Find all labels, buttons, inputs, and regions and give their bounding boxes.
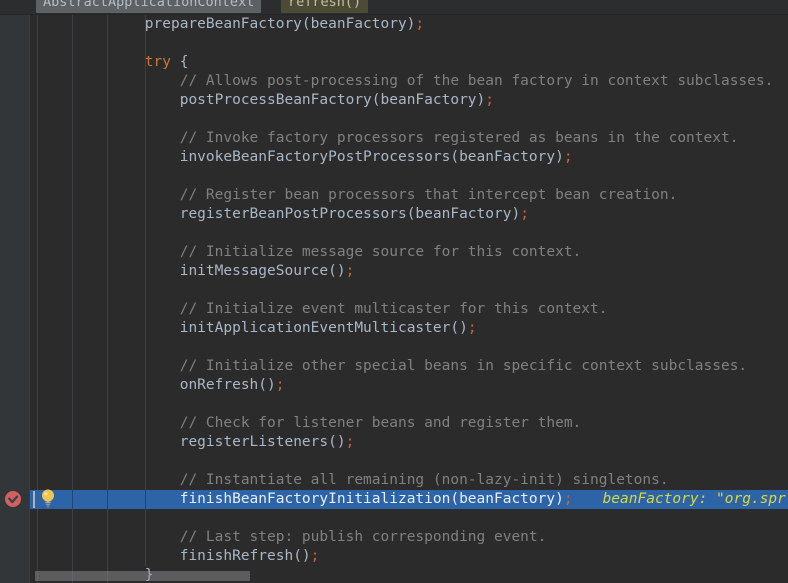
code-token: invokeBeanFactoryPostProcessors(beanFact… <box>180 149 564 165</box>
code-token: // Register bean processors that interce… <box>180 187 678 203</box>
code-line[interactable]: // Register bean processors that interce… <box>30 186 788 205</box>
ide-editor-window: AbstractApplicationContext refresh() pre… <box>0 0 788 583</box>
inline-debug-hint[interactable]: beanFactory: "org.spr <box>603 491 786 507</box>
code-line[interactable] <box>30 281 788 300</box>
code-token: ; <box>415 16 424 32</box>
code-token: ; <box>311 548 320 564</box>
code-line[interactable]: registerBeanPostProcessors(beanFactory); <box>30 205 788 224</box>
code-line[interactable]: // Invoke factory processors registered … <box>30 129 788 148</box>
breadcrumb-item-method[interactable]: refresh() <box>281 0 368 13</box>
code-token: try <box>145 54 180 70</box>
code-line[interactable] <box>30 338 788 357</box>
code-token: postProcessBeanFactory(beanFactory) <box>180 92 486 108</box>
code-token: prepareBeanFactory(beanFactory) <box>145 16 416 32</box>
code-line[interactable]: initMessageSource(); <box>30 262 788 281</box>
breadcrumb-item-class[interactable]: AbstractApplicationContext <box>36 0 261 13</box>
code-token: finishRefresh() <box>180 548 311 564</box>
code-token: ; <box>346 263 355 279</box>
code-line[interactable]: postProcessBeanFactory(beanFactory); <box>30 91 788 110</box>
code-token: ; <box>468 320 477 336</box>
horizontal-scrollbar <box>0 569 788 583</box>
execution-point-line[interactable]: finishBeanFactoryInitialization(beanFact… <box>30 490 788 509</box>
code-token: ; <box>564 491 573 507</box>
code-token: registerListeners() <box>180 434 346 450</box>
code-line[interactable]: registerListeners(); <box>30 433 788 452</box>
code-line[interactable]: invokeBeanFactoryPostProcessors(beanFact… <box>30 148 788 167</box>
horizontal-scrollbar-thumb[interactable] <box>35 571 250 581</box>
code-line[interactable] <box>30 167 788 186</box>
code-token: initApplicationEventMulticaster() <box>180 320 468 336</box>
text-caret <box>33 491 35 508</box>
code-token: ; <box>520 206 529 222</box>
code-line[interactable] <box>30 395 788 414</box>
code-token: initMessageSource() <box>180 263 346 279</box>
code-line[interactable] <box>30 452 788 471</box>
code-line[interactable] <box>30 110 788 129</box>
lightbulb-icon[interactable] <box>41 489 55 508</box>
code-line[interactable]: // Last step: publish corresponding even… <box>30 528 788 547</box>
code-line[interactable]: try { <box>30 53 788 72</box>
indent-guide <box>145 490 146 509</box>
code-token: ; <box>346 434 355 450</box>
code-line[interactable]: onRefresh(); <box>30 376 788 395</box>
code-token: // Initialize message source for this co… <box>180 244 582 260</box>
code-token: // Last step: publish corresponding even… <box>180 529 547 545</box>
verified-breakpoint-icon[interactable] <box>4 490 22 508</box>
code-line[interactable]: // Initialize event multicaster for this… <box>30 300 788 319</box>
indent-guide <box>107 490 108 509</box>
code-token: ; <box>276 377 285 393</box>
code-line[interactable]: // Check for listener beans and register… <box>30 414 788 433</box>
code-token: // Initialize other special beans in spe… <box>180 358 747 374</box>
indent-guide <box>72 490 73 509</box>
code-token: // Allows post-processing of the bean fa… <box>180 73 774 89</box>
code-line[interactable]: // Initialize message source for this co… <box>30 243 788 262</box>
code-line[interactable]: // Instantiate all remaining (non-lazy-i… <box>30 471 788 490</box>
code-token: { <box>180 54 189 70</box>
code-line[interactable]: initApplicationEventMulticaster(); <box>30 319 788 338</box>
code-token: // Check for listener beans and register… <box>180 415 582 431</box>
code-token: // Initialize event multicaster for this… <box>180 301 608 317</box>
code-line[interactable]: // Initialize other special beans in spe… <box>30 357 788 376</box>
code-line[interactable]: prepareBeanFactory(beanFactory); <box>30 15 788 34</box>
code-token: registerBeanPostProcessors(beanFactory) <box>180 206 520 222</box>
code-token: ; <box>485 92 494 108</box>
code-line[interactable] <box>30 224 788 243</box>
breadcrumb: AbstractApplicationContext refresh() <box>0 0 788 15</box>
code-token: finishBeanFactoryInitialization(beanFact… <box>180 491 564 507</box>
code-line[interactable]: // Allows post-processing of the bean fa… <box>30 72 788 91</box>
code-line[interactable] <box>30 34 788 53</box>
code-token: ; <box>564 149 573 165</box>
code-token: // Invoke factory processors registered … <box>180 130 739 146</box>
code-line[interactable] <box>30 509 788 528</box>
code-token: onRefresh() <box>180 377 276 393</box>
code-token: // Instantiate all remaining (non-lazy-i… <box>180 472 669 488</box>
code-line[interactable]: finishRefresh(); <box>30 547 788 566</box>
